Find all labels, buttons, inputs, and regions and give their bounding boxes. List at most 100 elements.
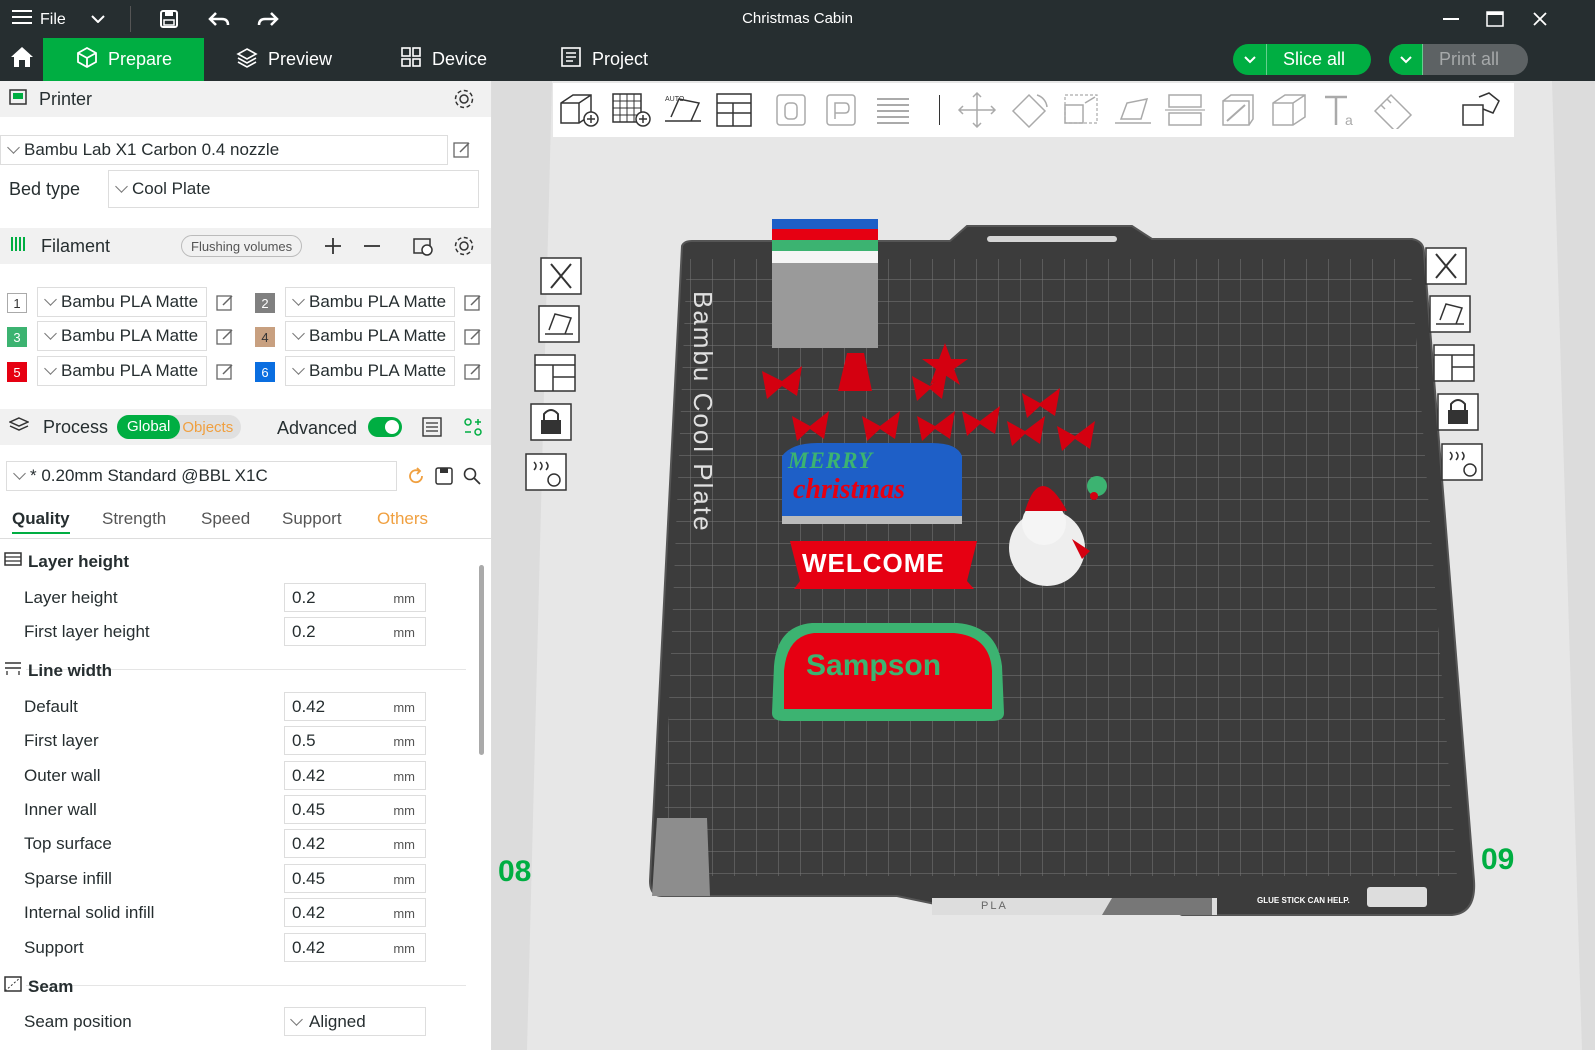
- gear-icon[interactable]: [453, 88, 475, 115]
- edit-icon[interactable]: [464, 328, 482, 346]
- settings-scrollbar[interactable]: [479, 565, 484, 755]
- gear-icon[interactable]: [453, 235, 475, 262]
- move-icon[interactable]: [955, 91, 1001, 129]
- edit-icon[interactable]: [216, 294, 234, 312]
- print-all-button[interactable]: Print all: [1389, 44, 1528, 75]
- edit-icon[interactable]: [464, 363, 482, 381]
- list-view-icon[interactable]: [422, 417, 442, 442]
- filament-select[interactable]: Bambu PLA Matte: [285, 356, 455, 386]
- text-tool-icon[interactable]: a: [1319, 91, 1365, 129]
- global-objects-toggle[interactable]: Global Objects: [117, 415, 241, 439]
- filament-slot-number[interactable]: 6: [255, 362, 275, 382]
- filament-slot-number[interactable]: 2: [255, 293, 275, 313]
- seam-position-select[interactable]: Aligned: [284, 1007, 426, 1036]
- auto-orient-plate-icon[interactable]: [537, 304, 581, 344]
- compare-icon[interactable]: [463, 417, 483, 442]
- tab-project[interactable]: Project: [560, 38, 648, 81]
- close-icon[interactable]: [1526, 7, 1554, 31]
- subtab-support[interactable]: Support: [282, 509, 342, 529]
- tab-prepare[interactable]: Prepare: [43, 38, 204, 81]
- support-line-width-input[interactable]: 0.42 mm: [284, 933, 426, 962]
- flushing-volumes-button[interactable]: Flushing volumes: [181, 235, 303, 257]
- arrange-plate-icon[interactable]: [1432, 343, 1476, 383]
- auto-orient-plate-icon[interactable]: [1428, 294, 1472, 334]
- sparse-infill-input[interactable]: 0.45 mm: [284, 864, 426, 893]
- search-icon[interactable]: [463, 467, 481, 490]
- top-surface-input[interactable]: 0.42 mm: [284, 829, 426, 858]
- tab-preview[interactable]: Preview: [236, 38, 332, 81]
- lock-plate-icon[interactable]: [1436, 392, 1480, 432]
- filament-select[interactable]: Bambu PLA Matte: [285, 287, 455, 317]
- chevron-down-icon[interactable]: [84, 7, 112, 31]
- advanced-switch[interactable]: [368, 417, 402, 437]
- layer-height-input[interactable]: 0.2 mm: [284, 583, 426, 612]
- assembly-icon[interactable]: [1459, 91, 1505, 129]
- split-objects-icon[interactable]: [771, 91, 817, 129]
- printer-model-value: Bambu Lab X1 Carbon 0.4 nozzle: [24, 140, 280, 159]
- scale-icon[interactable]: [1059, 91, 1105, 129]
- subtab-strength[interactable]: Strength: [102, 509, 166, 529]
- filament-slot-number[interactable]: 4: [255, 327, 275, 347]
- add-icon[interactable]: [324, 237, 342, 260]
- bed-type-select[interactable]: Cool Plate: [108, 170, 479, 208]
- internal-solid-infill-input[interactable]: 0.42 mm: [284, 898, 426, 927]
- lay-on-face-icon[interactable]: [1111, 91, 1157, 129]
- split-parts-icon[interactable]: [821, 91, 867, 129]
- plate-settings-icon[interactable]: [524, 452, 568, 492]
- auto-orient-icon[interactable]: AUTO: [661, 91, 707, 129]
- process-preset-select[interactable]: * 0.20mm Standard @BBL X1C: [6, 461, 397, 491]
- add-object-icon[interactable]: [557, 91, 603, 129]
- save-preset-icon[interactable]: [435, 467, 453, 490]
- delete-plate-icon[interactable]: [1424, 246, 1468, 286]
- undo-icon[interactable]: [205, 7, 233, 31]
- first-layer-line-width-input[interactable]: 0.5 mm: [284, 726, 426, 755]
- default-line-width-input[interactable]: 0.42 mm: [284, 692, 426, 721]
- add-plate-icon[interactable]: [609, 91, 655, 129]
- filament-select[interactable]: Bambu PLA Matte: [285, 321, 455, 351]
- subtab-others[interactable]: Others: [377, 509, 428, 529]
- filament-select[interactable]: Bambu PLA Matte: [37, 321, 207, 351]
- inner-wall-input[interactable]: 0.45 mm: [284, 795, 426, 824]
- plate-settings-icon[interactable]: [1440, 442, 1484, 482]
- maximize-icon[interactable]: [1481, 7, 1509, 31]
- edit-icon[interactable]: [464, 294, 482, 312]
- first-layer-height-input[interactable]: 0.2 mm: [284, 617, 426, 646]
- filament-slot-number[interactable]: 1: [7, 293, 27, 313]
- seam-paint-icon[interactable]: [1267, 91, 1313, 129]
- cut-icon[interactable]: [1163, 91, 1209, 129]
- slice-all-button[interactable]: Slice all: [1233, 44, 1371, 75]
- home-button[interactable]: [0, 38, 43, 81]
- file-menu[interactable]: File: [12, 9, 66, 30]
- redo-icon[interactable]: [254, 7, 282, 31]
- edit-icon[interactable]: [216, 363, 234, 381]
- arrange-plate-icon[interactable]: [533, 353, 577, 393]
- subtab-speed[interactable]: Speed: [201, 509, 250, 529]
- filament-slot-number[interactable]: 3: [7, 327, 27, 347]
- reset-icon[interactable]: [407, 467, 425, 490]
- lock-plate-icon[interactable]: [529, 402, 573, 442]
- chevron-down-icon[interactable]: [1233, 44, 1267, 75]
- remove-icon[interactable]: [363, 237, 381, 260]
- toggle-objects[interactable]: Objects: [180, 419, 233, 436]
- support-paint-icon[interactable]: [1215, 91, 1261, 129]
- chevron-down-icon[interactable]: [1389, 44, 1423, 75]
- outer-wall-input[interactable]: 0.42 mm: [284, 761, 426, 790]
- filament-slot-number[interactable]: 5: [7, 362, 27, 382]
- measure-icon[interactable]: [1371, 91, 1417, 133]
- layers-list-icon[interactable]: [871, 91, 917, 129]
- 3d-viewport[interactable]: Bambu Cool Plate MERRY christmas WELCOME…: [492, 81, 1595, 1050]
- tab-device[interactable]: Device: [400, 38, 487, 81]
- rotate-icon[interactable]: [1007, 91, 1053, 129]
- filament-select[interactable]: Bambu PLA Matte: [37, 356, 207, 386]
- save-icon[interactable]: [155, 7, 183, 31]
- toggle-global[interactable]: Global: [117, 415, 181, 439]
- printer-model-select[interactable]: Bambu Lab X1 Carbon 0.4 nozzle: [0, 135, 448, 165]
- delete-plate-icon[interactable]: [539, 256, 583, 296]
- arrange-icon[interactable]: [713, 91, 759, 129]
- subtab-quality[interactable]: Quality: [12, 509, 70, 534]
- minimize-icon[interactable]: [1437, 7, 1465, 31]
- sync-filament-icon[interactable]: [412, 235, 434, 262]
- filament-select[interactable]: Bambu PLA Matte: [37, 287, 207, 317]
- edit-icon[interactable]: [216, 328, 234, 346]
- edit-icon[interactable]: [453, 141, 471, 159]
